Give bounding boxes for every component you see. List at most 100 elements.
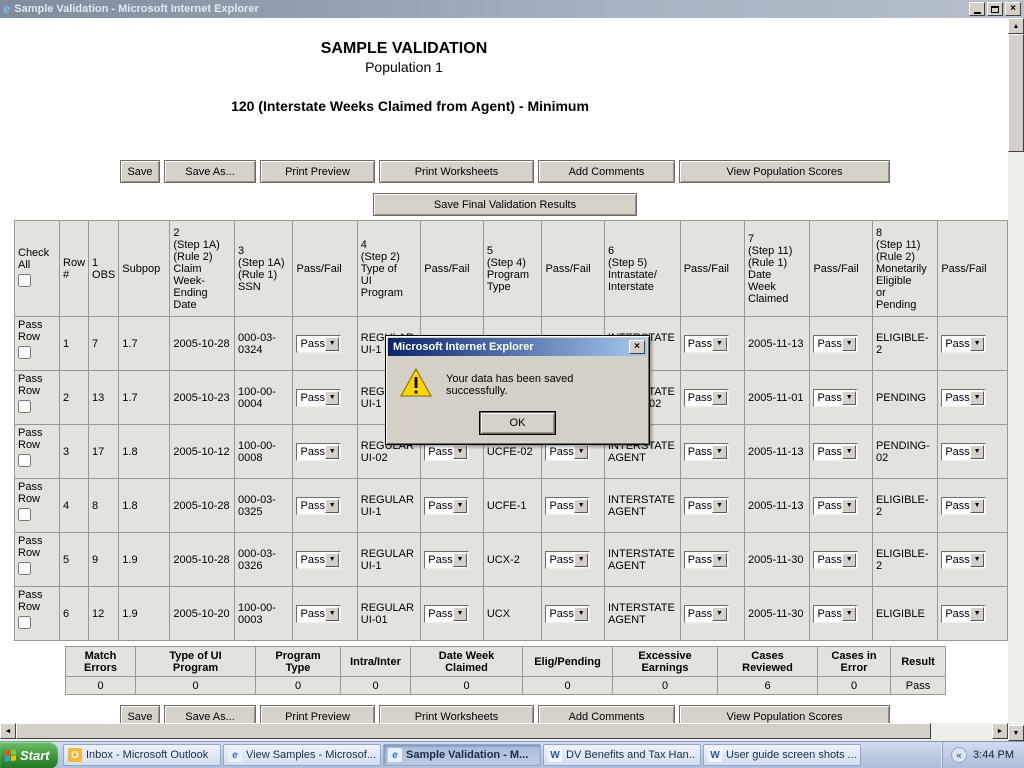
taskbar-item-sample-validation-m[interactable]: eSample Validation - M... xyxy=(383,744,541,766)
pass-fail-select[interactable]: Pass▼ xyxy=(941,335,986,353)
pass-fail-select[interactable]: Pass▼ xyxy=(813,335,858,353)
pass-fail-select[interactable]: Pass▼ xyxy=(813,389,858,407)
chevron-down-icon: ▼ xyxy=(712,607,727,621)
scroll-down-arrow[interactable]: ▼ xyxy=(1008,725,1024,741)
taskbar-item-dv-benefits-and-tax-han[interactable]: WDV Benefits and Tax Han... xyxy=(543,744,701,766)
pass-fail-select[interactable]: Pass▼ xyxy=(813,551,858,569)
summary-header-date-week-claimed: Date Week Claimed xyxy=(411,647,523,677)
pass-row-checkbox[interactable] xyxy=(18,400,31,413)
pass-fail-select[interactable]: Pass▼ xyxy=(424,605,469,623)
minimize-button[interactable] xyxy=(969,2,985,16)
word-icon: W xyxy=(708,748,722,762)
cell-obs: 17 xyxy=(89,425,119,479)
taskbar-item-view-samples-microsof[interactable]: eView Samples - Microsof... xyxy=(223,744,381,766)
tray-chevron-button[interactable]: « xyxy=(951,747,967,763)
pass-fail-select[interactable]: Pass▼ xyxy=(813,605,858,623)
pass-fail-select[interactable]: Pass▼ xyxy=(813,443,858,461)
summary-value-type-of-ui-program: 0 xyxy=(136,677,256,695)
maximize-button[interactable] xyxy=(987,2,1003,16)
scroll-right-arrow[interactable]: ► xyxy=(992,723,1008,739)
pass-fail-select[interactable]: Pass▼ xyxy=(296,497,341,515)
check-all-checkbox[interactable] xyxy=(18,274,31,287)
cell-pass-fail: Pass▼ xyxy=(680,479,744,533)
pass-fail-select[interactable]: Pass▼ xyxy=(941,389,986,407)
pass-row-checkbox[interactable] xyxy=(18,616,31,629)
pass-fail-select[interactable]: Pass▼ xyxy=(684,389,729,407)
vertical-scrollbar[interactable]: ▲ ▼ xyxy=(1008,18,1024,741)
bottom-view-population-scores-button[interactable]: View Population Scores xyxy=(679,705,890,723)
pass-row-checkbox[interactable] xyxy=(18,508,31,521)
cell-subpop: 1.7 xyxy=(119,371,170,425)
pass-row-checkbox[interactable] xyxy=(18,346,31,359)
bottom-button-row: SaveSave As...Print PreviewPrint Workshe… xyxy=(120,705,890,723)
top-print-worksheets-button[interactable]: Print Worksheets xyxy=(379,160,534,183)
pass-fail-select[interactable]: Pass▼ xyxy=(813,497,858,515)
cell-type-of-ui-program: REGULAR UI-01 xyxy=(357,587,421,641)
cell-pass-fail: Pass▼ xyxy=(938,425,1008,479)
bottom-print-worksheets-button[interactable]: Print Worksheets xyxy=(379,705,534,723)
horizontal-scrollbar[interactable]: ◄ ► xyxy=(0,723,1008,741)
bottom-save-as-button[interactable]: Save As... xyxy=(164,705,256,723)
pass-fail-select[interactable]: Pass▼ xyxy=(296,389,341,407)
vertical-scroll-thumb[interactable] xyxy=(1008,34,1024,152)
bottom-save-button[interactable]: Save xyxy=(120,705,160,723)
pass-fail-select[interactable]: Pass▼ xyxy=(684,551,729,569)
pass-fail-select[interactable]: Pass▼ xyxy=(296,551,341,569)
horizontal-scroll-thumb[interactable] xyxy=(16,723,931,739)
pass-fail-select[interactable]: Pass▼ xyxy=(684,497,729,515)
bottom-print-preview-button[interactable]: Print Preview xyxy=(260,705,375,723)
top-add-comments-button[interactable]: Add Comments xyxy=(538,160,675,183)
task-items: OInbox - Microsoft OutlookeView Samples … xyxy=(62,742,862,768)
top-view-population-scores-button[interactable]: View Population Scores xyxy=(679,160,890,183)
pass-fail-select[interactable]: Pass▼ xyxy=(941,497,986,515)
taskbar-item-inbox-microsoft-outlook[interactable]: OInbox - Microsoft Outlook xyxy=(63,744,221,766)
close-button[interactable]: × xyxy=(1005,2,1021,16)
cell-pass-fail: Pass▼ xyxy=(680,533,744,587)
pass-row-checkbox[interactable] xyxy=(18,562,31,575)
pass-fail-select[interactable]: Pass▼ xyxy=(684,443,729,461)
pass-fail-select[interactable]: Pass▼ xyxy=(545,497,590,515)
dialog-ok-button[interactable]: OK xyxy=(480,412,555,434)
dialog-titlebar[interactable]: Microsoft Internet Explorer × xyxy=(388,338,647,356)
pass-fail-select[interactable]: Pass▼ xyxy=(941,605,986,623)
pass-fail-select-value: Pass xyxy=(942,554,969,566)
pass-fail-select-value: Pass xyxy=(425,554,452,566)
pass-fail-select[interactable]: Pass▼ xyxy=(296,605,341,623)
top-save-as-button[interactable]: Save As... xyxy=(164,160,256,183)
pass-fail-select[interactable]: Pass▼ xyxy=(545,605,590,623)
taskbar-item-user-guide-screen-shots[interactable]: WUser guide screen shots ... xyxy=(703,744,861,766)
pass-fail-select[interactable]: Pass▼ xyxy=(684,335,729,353)
cell-pass-fail: Pass▼ xyxy=(421,587,484,641)
outlook-icon: O xyxy=(68,748,82,762)
pass-fail-select[interactable]: Pass▼ xyxy=(941,443,986,461)
top-print-preview-button[interactable]: Print Preview xyxy=(260,160,375,183)
pass-fail-select[interactable]: Pass▼ xyxy=(424,497,469,515)
pass-fail-select[interactable]: Pass▼ xyxy=(424,443,469,461)
save-final-validation-results-button[interactable]: Save Final Validation Results xyxy=(373,193,637,216)
cell-ssn: 100-00-0004 xyxy=(235,371,293,425)
chevron-down-icon: ▼ xyxy=(574,499,589,513)
pass-fail-select[interactable]: Pass▼ xyxy=(296,335,341,353)
scroll-left-arrow[interactable]: ◄ xyxy=(0,723,16,739)
pass-fail-select[interactable]: Pass▼ xyxy=(545,551,590,569)
pass-fail-select-value: Pass xyxy=(814,446,841,458)
pass-fail-select[interactable]: Pass▼ xyxy=(941,551,986,569)
grid-header-12: Pass/Fail xyxy=(680,221,744,317)
pass-fail-select[interactable]: Pass▼ xyxy=(684,605,729,623)
pass-fail-select[interactable]: Pass▼ xyxy=(424,551,469,569)
grid-row-4: Pass Row481.82005-10-28000-03-0325Pass▼R… xyxy=(15,479,1008,533)
cell-claim-week-ending-date: 2005-10-20 xyxy=(170,587,235,641)
pass-row-checkbox[interactable] xyxy=(18,454,31,467)
bottom-add-comments-button[interactable]: Add Comments xyxy=(538,705,675,723)
top-save-button[interactable]: Save xyxy=(120,160,160,183)
grid-header-9: 5 (Step 4) Program Type xyxy=(483,221,542,317)
scroll-up-arrow[interactable]: ▲ xyxy=(1008,18,1024,34)
pass-fail-select-value: Pass xyxy=(297,500,324,512)
dialog-close-button[interactable]: × xyxy=(629,340,645,354)
cell-pass-fail: Pass▼ xyxy=(680,371,744,425)
pass-fail-select[interactable]: Pass▼ xyxy=(296,443,341,461)
pass-fail-select[interactable]: Pass▼ xyxy=(545,443,590,461)
summary-value-match-errors: 0 xyxy=(66,677,136,695)
start-button[interactable]: Start xyxy=(0,742,58,768)
chevron-down-icon: ▼ xyxy=(453,607,468,621)
